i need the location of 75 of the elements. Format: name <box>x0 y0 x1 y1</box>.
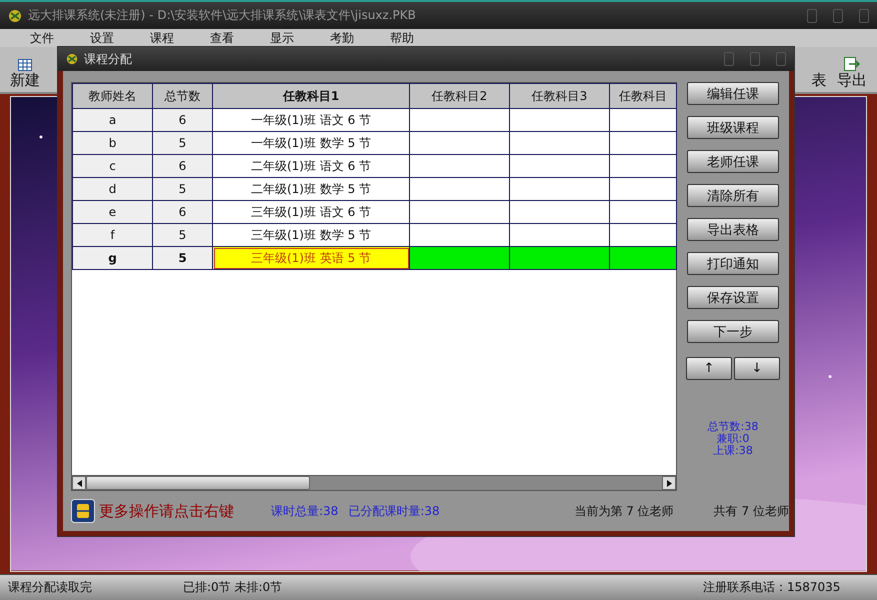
toolbar-button[interactable]: 表 <box>811 50 827 90</box>
app-icon <box>66 53 78 65</box>
table-cell: a <box>72 108 152 132</box>
table-icon <box>18 58 32 71</box>
column-header[interactable]: 任教科目2 <box>410 84 510 108</box>
table-cell: e <box>72 200 152 224</box>
move-button[interactable]: ↑ <box>686 357 732 380</box>
menu-item[interactable]: 课程 <box>150 30 210 47</box>
action-button[interactable]: 班级课程 <box>687 116 779 139</box>
scroll-right-icon[interactable] <box>662 476 676 490</box>
table-cell: 三年级(1)班 数学 5 节 <box>212 224 410 246</box>
table-cell: 5 <box>152 224 212 246</box>
toolbar-button[interactable]: 新建 <box>10 50 40 90</box>
window-title: 远大排课系统(未注册) - D:\安装软件\远大排课系统\课表文件\jisuxz.PKB <box>28 7 416 24</box>
column-header[interactable]: 教师姓名 <box>72 84 152 108</box>
menu-item[interactable]: 查看 <box>210 30 270 47</box>
status-text: 已排:0节 未排:0节 <box>183 578 284 596</box>
column-header[interactable]: 任教科目 <box>610 84 676 108</box>
action-button[interactable]: 保存设置 <box>687 286 779 309</box>
menu-item[interactable]: 文件 <box>30 30 90 47</box>
table-cell: 6 <box>152 200 212 224</box>
minimize-button[interactable] <box>807 8 817 23</box>
total-text: 课时总量:38 <box>271 502 338 520</box>
table-cell: c <box>72 154 152 178</box>
menu-item[interactable]: 设置 <box>90 30 150 47</box>
table-cell: 三年级(1)班 语文 6 节 <box>212 200 410 224</box>
maximize-button[interactable] <box>750 52 760 66</box>
move-button[interactable]: ↓ <box>734 357 780 380</box>
table-cell: 5 <box>152 178 212 200</box>
action-button[interactable]: 老师任课 <box>687 150 779 173</box>
maximize-button[interactable] <box>833 8 843 23</box>
scroll-left-icon[interactable] <box>72 476 86 490</box>
table-cell: 一年级(1)班 语文 6 节 <box>212 108 410 132</box>
action-button[interactable]: 下一步 <box>687 320 779 343</box>
toolbar-button[interactable]: 导出 <box>837 50 867 90</box>
close-button[interactable] <box>776 52 786 66</box>
menu-item[interactable]: 显示 <box>270 30 330 47</box>
export-icon <box>844 56 860 71</box>
close-button[interactable] <box>859 8 869 23</box>
table-cell: 二年级(1)班 数学 5 节 <box>212 178 410 200</box>
minimize-button[interactable] <box>724 52 734 66</box>
action-button[interactable]: 打印通知 <box>687 252 779 275</box>
stat-text: 上课:38 <box>713 445 753 457</box>
table-cell: f <box>72 224 152 246</box>
menu-item[interactable]: 帮助 <box>390 30 450 47</box>
table-cell: 三年级(1)班 英语 5 节 <box>212 246 410 270</box>
scroll-thumb[interactable] <box>86 476 310 490</box>
table-cell: b <box>72 132 152 154</box>
column-header[interactable]: 任教科目3 <box>510 84 610 108</box>
action-button[interactable]: 编辑任课 <box>687 82 779 105</box>
hint-text: 更多操作请点击右键 <box>99 502 235 520</box>
current-teacher-text: 当前为第 7 位老师 <box>574 502 674 520</box>
table-cell: 一年级(1)班 数学 5 节 <box>212 132 410 154</box>
column-header[interactable]: 任教科目1 <box>212 84 410 108</box>
stat-text: 总节数:38 <box>708 421 758 433</box>
table-cell: g <box>72 246 152 270</box>
stat-text: 兼职:0 <box>716 433 750 445</box>
action-button[interactable]: 导出表格 <box>687 218 779 241</box>
app-icon <box>8 8 22 23</box>
table-cell: 5 <box>152 132 212 154</box>
dialog-title: 课程分配 <box>84 50 132 68</box>
table-cell: d <box>72 178 152 200</box>
total-text: 已分配课时量:38 <box>348 502 440 520</box>
action-button[interactable]: 清除所有 <box>687 184 779 207</box>
table-cell: 二年级(1)班 语文 6 节 <box>212 154 410 178</box>
table-cell: 5 <box>152 246 212 270</box>
menu-icon <box>71 499 95 523</box>
column-header[interactable]: 总节数 <box>152 84 212 108</box>
menu-item[interactable]: 考勤 <box>330 30 390 47</box>
horizontal-scrollbar[interactable] <box>72 475 676 490</box>
table-cell: 6 <box>152 154 212 178</box>
status-text: 注册联系电话：1587035 <box>703 578 842 596</box>
teacher-count-text: 共有 7 位老师 <box>714 502 789 520</box>
table-cell: 6 <box>152 108 212 132</box>
status-text: 课程分配读取完 <box>8 578 93 596</box>
